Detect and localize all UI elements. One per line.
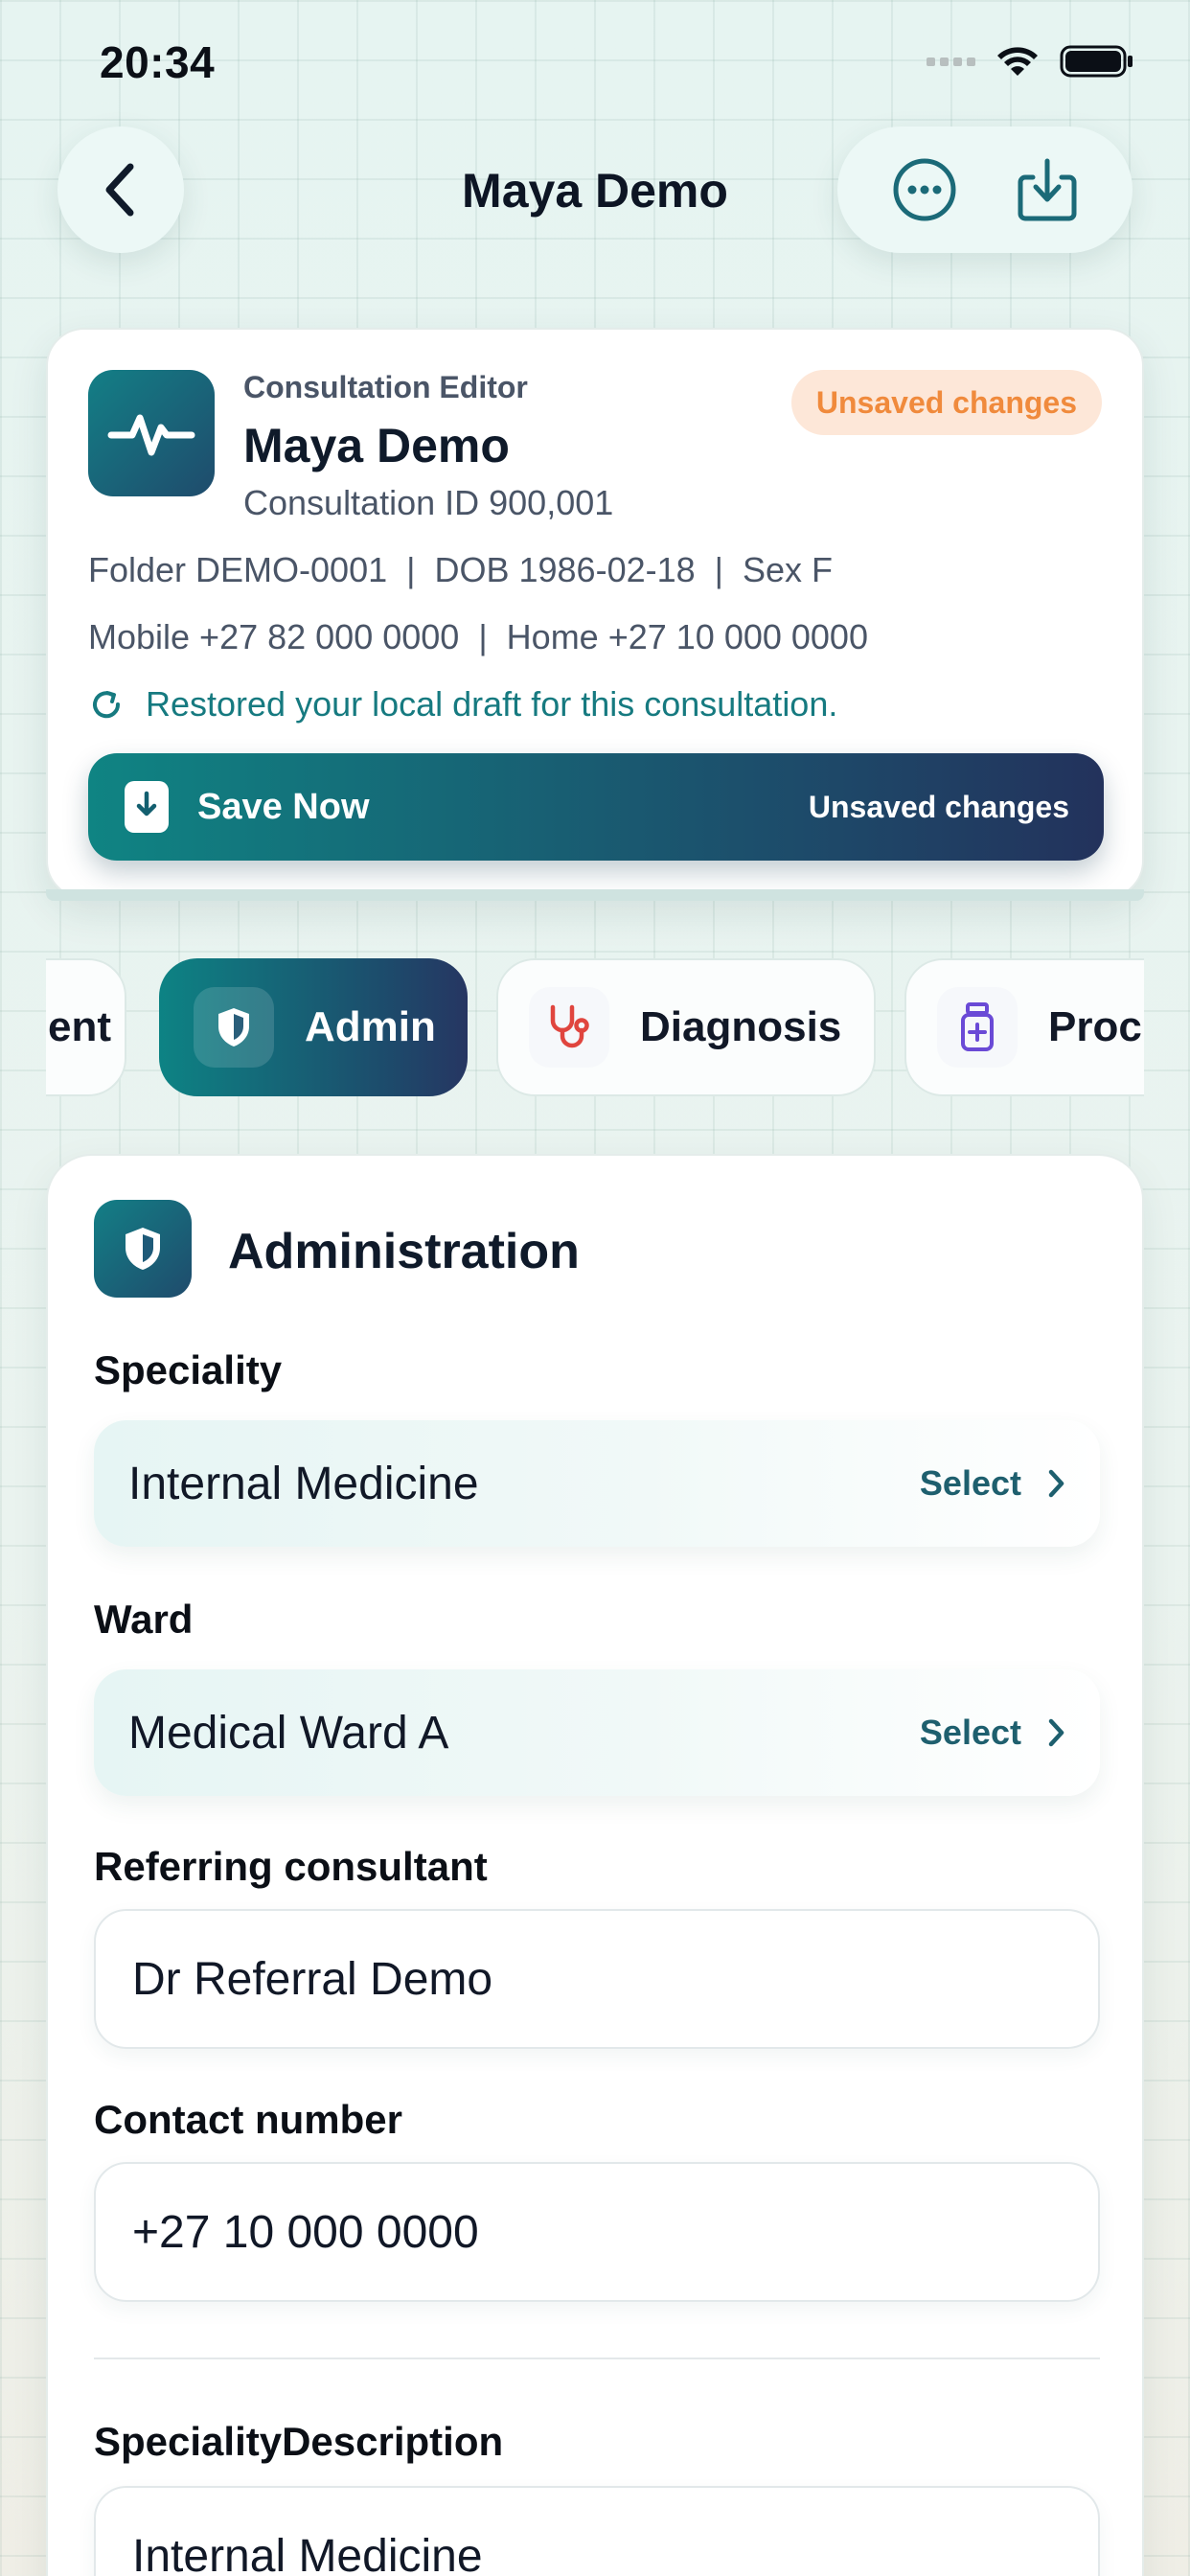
speciality-description-label: SpecialityDescription bbox=[94, 2419, 504, 2464]
field-divider bbox=[94, 2358, 1100, 2359]
stethoscope-icon bbox=[529, 987, 609, 1068]
section-tabs: ent Admin Diagnosis Proc bbox=[46, 958, 1144, 1098]
patient-meta-line: Folder DEMO-0001 | DOB 1986-02-18 | Sex … bbox=[88, 550, 834, 589]
referring-consultant-label: Referring consultant bbox=[94, 1844, 488, 1889]
editor-eyebrow: Consultation Editor bbox=[243, 370, 528, 404]
status-time: 20:34 bbox=[100, 37, 216, 87]
contact-number-input[interactable]: +27 10 000 0000 bbox=[94, 2162, 1100, 2302]
restored-text: Restored your local draft for this consu… bbox=[146, 684, 838, 724]
ward-value: Medical Ward A bbox=[128, 1707, 449, 1759]
medicine-bottle-icon bbox=[937, 987, 1018, 1068]
shield-icon bbox=[194, 987, 274, 1068]
consultation-header-card: Consultation Editor Maya Demo Consultati… bbox=[46, 328, 1144, 899]
speciality-value: Internal Medicine bbox=[128, 1458, 479, 1509]
consultation-id: Consultation ID 900,001 bbox=[243, 483, 614, 522]
more-options-icon[interactable] bbox=[891, 156, 958, 223]
download-icon[interactable] bbox=[1016, 156, 1079, 223]
chevron-right-icon bbox=[1048, 1718, 1064, 1747]
header-divider bbox=[46, 889, 1144, 901]
battery-icon bbox=[1060, 45, 1133, 78]
tab-procedures[interactable]: Proc bbox=[904, 958, 1144, 1096]
signal-icon bbox=[927, 57, 975, 66]
speciality-label: Speciality bbox=[94, 1347, 283, 1392]
tab-diagnosis-label: Diagnosis bbox=[640, 1003, 842, 1050]
select-label: Select bbox=[919, 1463, 1021, 1503]
save-download-icon bbox=[125, 781, 169, 833]
status-icons bbox=[927, 44, 1134, 79]
tab-admin[interactable]: Admin bbox=[159, 958, 468, 1096]
save-now-label: Save Now bbox=[197, 786, 370, 827]
administration-card: Administration Speciality Internal Medic… bbox=[46, 1154, 1144, 2576]
speciality-select-action[interactable]: Select bbox=[920, 1463, 1065, 1504]
tab-admin-label: Admin bbox=[305, 1003, 436, 1050]
refresh-icon bbox=[93, 691, 121, 719]
ward-select[interactable]: Medical Ward A Select bbox=[94, 1669, 1100, 1796]
admin-shield-icon bbox=[94, 1200, 192, 1298]
speciality-description-input[interactable]: Internal Medicine bbox=[94, 2486, 1100, 2576]
activity-icon bbox=[88, 370, 215, 496]
patient-name: Maya Demo bbox=[243, 419, 510, 472]
save-status-text: Unsaved changes bbox=[808, 789, 1069, 824]
referring-consultant-input[interactable]: Dr Referral Demo bbox=[94, 1909, 1100, 2049]
contact-number-label: Contact number bbox=[94, 2097, 403, 2142]
save-now-button[interactable]: Save Now Unsaved changes bbox=[88, 753, 1104, 861]
tab-previous-label: ent bbox=[48, 1003, 111, 1050]
chevron-right-icon bbox=[1048, 1469, 1064, 1498]
ward-select-action[interactable]: Select bbox=[920, 1713, 1065, 1753]
select-label: Select bbox=[919, 1713, 1021, 1752]
draft-restored-notice: Restored your local draft for this consu… bbox=[88, 684, 837, 724]
speciality-select[interactable]: Internal Medicine Select bbox=[94, 1420, 1100, 1547]
patient-contact-line: Mobile +27 82 000 0000 | Home +27 10 000… bbox=[88, 617, 868, 656]
tab-procedures-label: Proc bbox=[1048, 1003, 1142, 1050]
tab-diagnosis[interactable]: Diagnosis bbox=[496, 958, 876, 1096]
unsaved-badge: Unsaved changes bbox=[790, 370, 1102, 435]
ward-label: Ward bbox=[94, 1597, 194, 1642]
nav-actions bbox=[837, 126, 1133, 253]
wifi-icon bbox=[997, 47, 1038, 76]
tab-previous[interactable]: ent bbox=[46, 958, 126, 1096]
section-title: Administration bbox=[228, 1224, 580, 1279]
